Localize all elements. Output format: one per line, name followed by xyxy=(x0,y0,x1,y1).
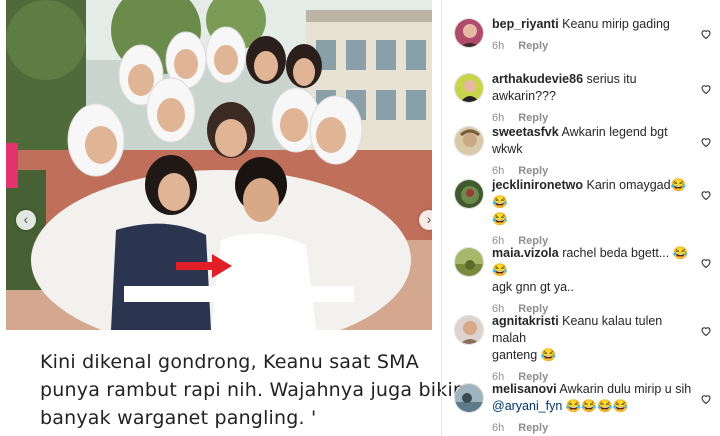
post-photo: ‹ › xyxy=(6,0,432,330)
avatar[interactable] xyxy=(454,247,484,277)
avatar[interactable] xyxy=(454,18,484,48)
comments-list: bep_riyanti Keanu mirip gading 6h Reply a… xyxy=(442,0,720,436)
avatar[interactable] xyxy=(454,73,484,103)
comment-text: Keanu mirip gading xyxy=(562,17,670,31)
heart-icon[interactable] xyxy=(700,257,712,269)
avatar[interactable] xyxy=(454,126,484,156)
comment-text-continued: agk gnn gt ya.. xyxy=(492,280,575,294)
comment-text-continued: ganteng 😂 xyxy=(492,348,557,362)
comment-username[interactable]: sweetasfvk xyxy=(492,125,559,139)
avatar[interactable] xyxy=(454,315,484,345)
comment-username[interactable]: melisanovi xyxy=(492,382,557,396)
comment-username[interactable]: arthakudevie86 xyxy=(492,72,583,86)
comment-username[interactable]: bep_riyanti xyxy=(492,17,559,31)
avatar[interactable] xyxy=(454,383,484,413)
comment-username[interactable]: agnitakristi xyxy=(492,314,559,328)
heart-icon[interactable] xyxy=(700,189,712,201)
carousel-next-button[interactable]: › xyxy=(419,210,432,230)
post-caption: Kini dikenal gondrong, Keanu saat SMA pu… xyxy=(40,348,466,432)
reply-button[interactable]: Reply xyxy=(518,165,548,177)
reply-button[interactable]: Reply xyxy=(518,40,548,52)
heart-icon[interactable] xyxy=(700,28,712,40)
avatar[interactable] xyxy=(454,179,484,209)
caption-line: punya rambut rapi nih. Wajahnya juga bik… xyxy=(40,379,466,401)
comment-time: 6h xyxy=(492,422,505,434)
reply-button[interactable]: Reply xyxy=(518,422,548,434)
comment-mention[interactable]: @aryani_fyn xyxy=(492,399,562,413)
comment-text-continued: 😂 xyxy=(492,212,508,226)
heart-icon[interactable] xyxy=(700,325,712,337)
comment-username[interactable]: maia.vizola xyxy=(492,246,559,260)
comment-username[interactable]: jecklinironetwo xyxy=(492,178,583,192)
heart-icon[interactable] xyxy=(700,83,712,95)
carousel-prev-button[interactable]: ‹ xyxy=(16,210,36,230)
comment-text-continued: 😂😂😂😂 xyxy=(562,399,629,413)
post-panel: ‹ › Kini dikenal gondrong, Keanu saat SM… xyxy=(0,0,466,436)
caption-line: Kini dikenal gondrong, Keanu saat SMA xyxy=(40,351,419,373)
comment-text: Awkarin dulu mirip u sih xyxy=(559,382,692,396)
caption-line: banyak warganet pangling. ' xyxy=(40,407,317,429)
heart-icon[interactable] xyxy=(700,393,712,405)
comment-time: 6h xyxy=(492,165,505,177)
comment-time: 6h xyxy=(492,112,505,124)
comment-time: 6h xyxy=(492,40,505,52)
photo-illustration xyxy=(6,0,432,330)
reply-button[interactable]: Reply xyxy=(518,112,548,124)
heart-icon[interactable] xyxy=(700,136,712,148)
